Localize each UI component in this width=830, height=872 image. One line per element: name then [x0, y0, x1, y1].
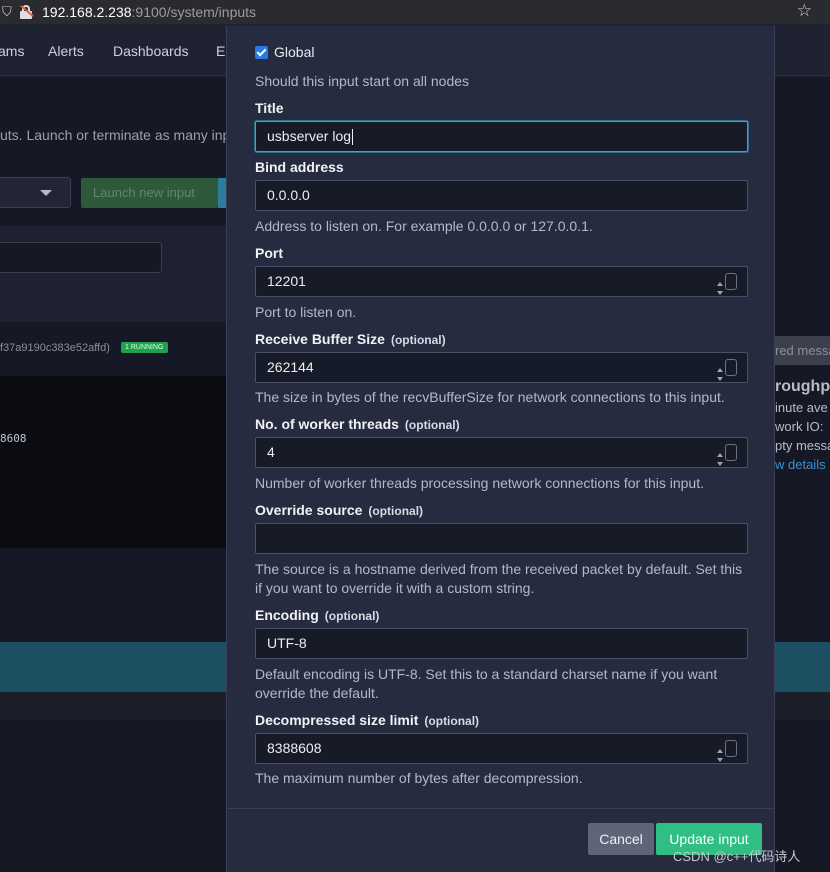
- override-source-input[interactable]: [255, 523, 748, 554]
- input-type-select[interactable]: [0, 177, 71, 208]
- throughput-panel: roughpu inute ave work IO: pty messa w d…: [775, 378, 830, 476]
- input-config-panel: [0, 376, 228, 548]
- inputs-intro-text: uts. Launch or terminate as many inp: [0, 127, 231, 143]
- running-badge: 1 RUNNING: [121, 342, 168, 353]
- global-help: Should this input start on all nodes: [255, 73, 470, 89]
- filter-band: [0, 226, 228, 322]
- decompressed-size-help: The maximum number of bytes after decomp…: [255, 770, 583, 786]
- config-number-text: 8608: [0, 432, 27, 445]
- throughput-line: inute ave: [775, 400, 828, 415]
- override-source-help: The source is a hostname derived from th…: [255, 561, 743, 596]
- launch-new-input-button[interactable]: Launch new input: [81, 178, 218, 208]
- receive-buffer-label: Receive Buffer Size (optional): [255, 331, 446, 347]
- watermark: CSDN @c++代码诗人: [673, 849, 801, 864]
- global-label: Global: [274, 44, 315, 60]
- encoding-label: Encoding (optional): [255, 607, 380, 623]
- bind-address-label: Bind address: [255, 159, 344, 175]
- port-label: Port: [255, 245, 283, 261]
- receive-buffer-input[interactable]: 262144: [255, 352, 748, 383]
- bookmark-star-icon[interactable]: ☆: [797, 1, 812, 21]
- worker-threads-input[interactable]: 4: [255, 437, 748, 468]
- show-received-messages-button[interactable]: red messa: [775, 336, 830, 365]
- encoding-input[interactable]: UTF-8: [255, 628, 748, 659]
- bind-address-input[interactable]: 0.0.0.0: [255, 180, 748, 211]
- global-checkbox[interactable]: [255, 45, 268, 59]
- global-option[interactable]: Global: [255, 44, 314, 60]
- show-details-link[interactable]: w details: [775, 457, 830, 476]
- modal-footer-divider: [227, 808, 774, 809]
- shield-icon[interactable]: ⛉: [2, 4, 16, 20]
- decompressed-size-input[interactable]: 8388608: [255, 733, 748, 764]
- dropdown-caret-icon: [40, 190, 52, 196]
- spinner-icon[interactable]: [717, 359, 737, 381]
- decompressed-size-label: Decompressed size limit (optional): [255, 712, 480, 728]
- port-input[interactable]: 12201: [255, 266, 748, 297]
- insecure-lock-icon[interactable]: [20, 5, 34, 19]
- bind-address-help: Address to listen on. For example 0.0.0.…: [255, 218, 593, 234]
- throughput-line: pty messa: [775, 438, 830, 453]
- input-id-text: f37a9190c383e52affd): [0, 342, 110, 354]
- worker-threads-label: No. of worker threads (optional): [255, 416, 460, 432]
- title-label: Title: [255, 100, 284, 116]
- nav-item-streams[interactable]: ams: [0, 43, 24, 59]
- url-field[interactable]: 192.168.2.238:9100/system/inputs: [42, 4, 256, 20]
- nav-item-dashboards[interactable]: Dashboards: [113, 43, 189, 59]
- encoding-help: Default encoding is UTF-8. Set this to a…: [255, 666, 718, 701]
- receive-buffer-help: The size in bytes of the recvBufferSize …: [255, 389, 725, 405]
- spinner-icon[interactable]: [717, 740, 737, 762]
- cancel-button[interactable]: Cancel: [588, 823, 654, 855]
- spinner-icon[interactable]: [717, 273, 737, 295]
- filter-input[interactable]: [0, 242, 162, 273]
- throughput-heading: roughpu: [775, 378, 830, 395]
- edit-input-modal: Global Should this input start on all no…: [226, 26, 775, 872]
- title-input[interactable]: usbserver log: [255, 121, 748, 152]
- port-help: Port to listen on.: [255, 304, 357, 320]
- browser-address-bar: ⛉ 192.168.2.238:9100/system/inputs ☆: [0, 0, 830, 24]
- throughput-line: work IO:: [775, 419, 824, 434]
- worker-threads-help: Number of worker threads processing netw…: [255, 475, 704, 491]
- nav-item-alerts[interactable]: Alerts: [48, 43, 84, 59]
- override-source-label: Override source (optional): [255, 502, 424, 518]
- spinner-icon[interactable]: [717, 444, 737, 466]
